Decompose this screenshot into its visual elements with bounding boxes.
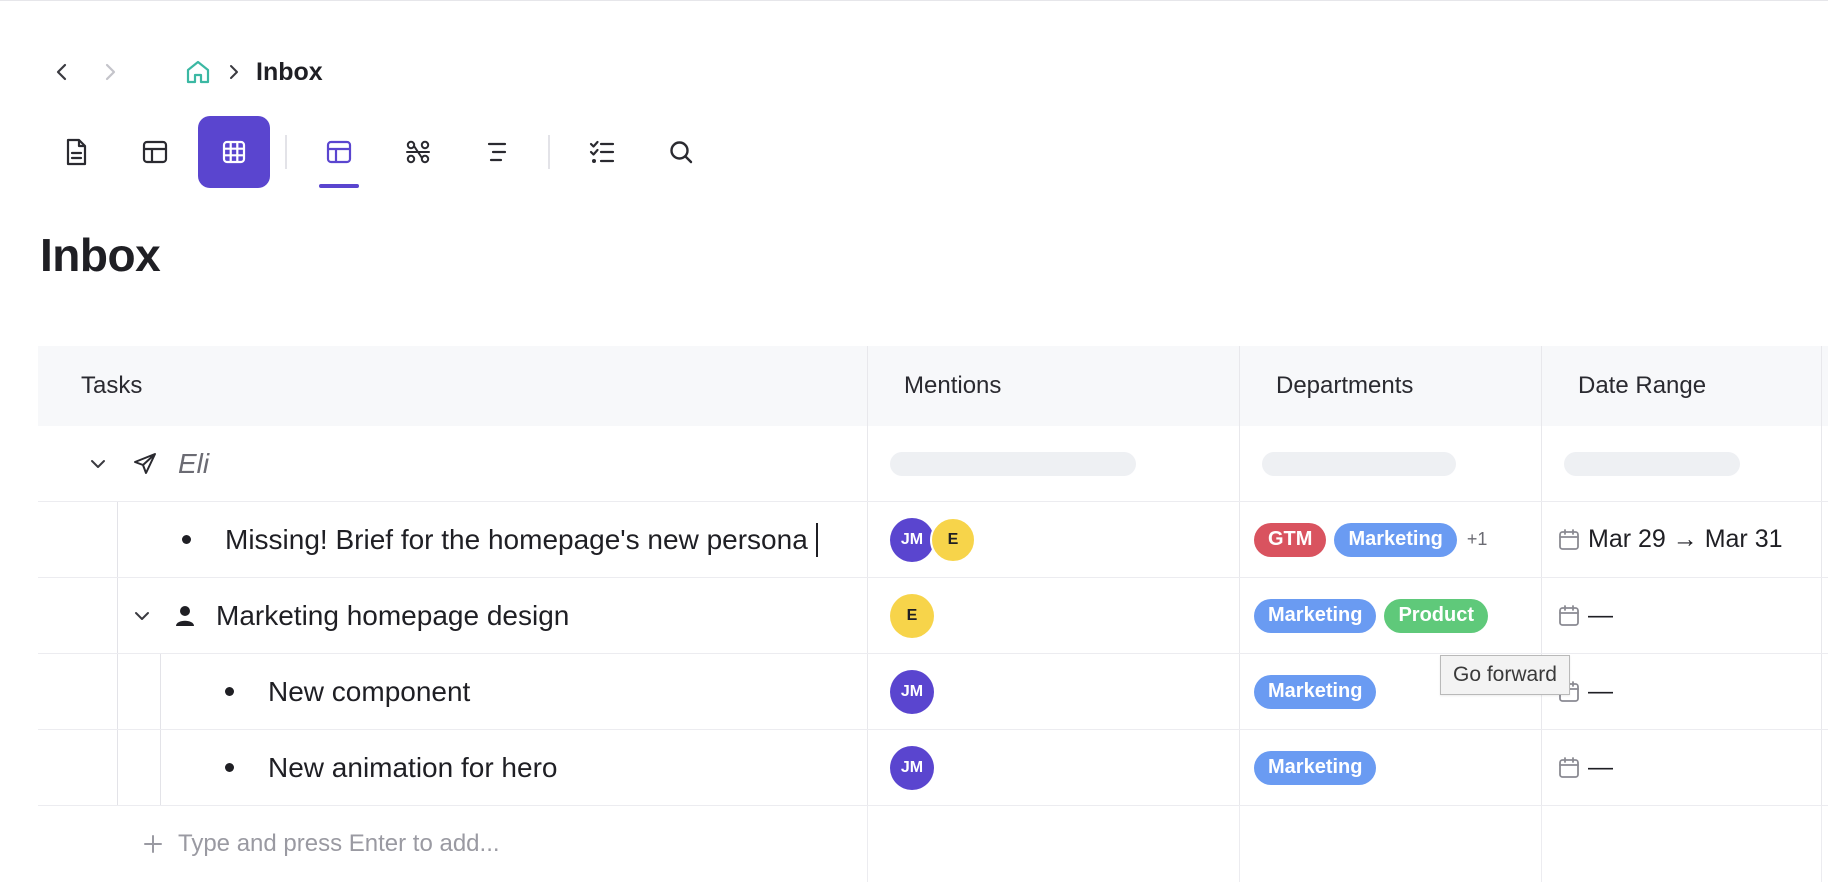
outline-view-button[interactable] bbox=[461, 116, 533, 188]
checklist-icon bbox=[589, 140, 615, 163]
column-header-date-range[interactable]: Date Range bbox=[1542, 346, 1822, 426]
loading-placeholder bbox=[1262, 451, 1456, 476]
search-button[interactable] bbox=[645, 116, 717, 188]
collapse-toggle[interactable] bbox=[132, 610, 152, 622]
top-divider bbox=[0, 0, 1828, 1]
date-range-text: — bbox=[1588, 753, 1613, 781]
checklist-view-button[interactable] bbox=[566, 116, 638, 188]
toolbar-divider bbox=[285, 135, 287, 169]
text-cursor bbox=[815, 522, 818, 557]
calendar-icon bbox=[1559, 604, 1579, 626]
outline-icon bbox=[487, 142, 507, 162]
home-icon bbox=[186, 60, 210, 84]
avatar[interactable]: E bbox=[890, 593, 934, 638]
search-icon bbox=[670, 141, 693, 164]
column-header-mentions[interactable]: Mentions bbox=[868, 346, 1240, 426]
indent-guide bbox=[160, 730, 161, 805]
column-header-tasks[interactable]: Tasks bbox=[38, 346, 868, 426]
back-button[interactable] bbox=[48, 58, 76, 86]
toolbar-divider bbox=[548, 135, 550, 169]
indent-guide bbox=[117, 730, 118, 805]
avatar[interactable]: E bbox=[930, 516, 976, 563]
grid-icon bbox=[222, 140, 246, 164]
bullet-icon bbox=[225, 687, 234, 696]
bullet-icon bbox=[225, 763, 234, 772]
loading-placeholder bbox=[890, 451, 1136, 476]
loading-placeholder bbox=[1564, 451, 1740, 476]
breadcrumb-current[interactable]: Inbox bbox=[256, 58, 323, 87]
chevron-right-icon bbox=[230, 65, 238, 79]
table-row[interactable]: New animation for hero JM Marketing — bbox=[38, 730, 1828, 806]
department-tag[interactable]: Product bbox=[1384, 598, 1489, 633]
task-title[interactable]: New component bbox=[268, 676, 470, 708]
department-tag[interactable]: Marketing bbox=[1334, 522, 1457, 557]
breadcrumb: Inbox bbox=[48, 56, 323, 88]
add-task-input[interactable]: Type and press Enter to add... bbox=[178, 830, 500, 858]
task-title[interactable]: New animation for hero bbox=[268, 752, 557, 784]
view-toolbar bbox=[40, 116, 724, 188]
forward-button[interactable] bbox=[96, 58, 124, 86]
department-tag[interactable]: Marketing bbox=[1254, 598, 1377, 633]
avatar[interactable]: JM bbox=[890, 669, 934, 714]
date-range[interactable]: — bbox=[1558, 601, 1613, 630]
graph-view-button[interactable] bbox=[382, 116, 454, 188]
task-title[interactable]: Missing! Brief for the homepage's new pe… bbox=[225, 524, 808, 556]
plus-icon bbox=[144, 835, 162, 853]
task-title[interactable]: Marketing homepage design bbox=[216, 600, 569, 632]
document-view-button[interactable] bbox=[40, 116, 112, 188]
department-tag[interactable]: Marketing bbox=[1254, 674, 1377, 709]
date-range[interactable]: Mar 29 → Mar 31 bbox=[1558, 525, 1783, 554]
chevron-down-icon bbox=[135, 611, 149, 620]
group-label: Eli bbox=[178, 447, 210, 479]
home-button[interactable] bbox=[184, 58, 212, 86]
calendar-icon bbox=[1559, 528, 1579, 550]
avatar[interactable]: JM bbox=[890, 517, 934, 562]
tasks-table: Tasks Mentions Departments Date Range El… bbox=[38, 346, 1828, 882]
indent-guide bbox=[117, 654, 118, 729]
date-range[interactable]: — bbox=[1558, 753, 1613, 782]
user-icon bbox=[176, 605, 194, 626]
document-icon bbox=[66, 138, 87, 166]
column-header-departments[interactable]: Departments bbox=[1240, 346, 1542, 426]
avatar[interactable]: JM bbox=[890, 745, 934, 790]
add-task-row[interactable]: Type and press Enter to add... bbox=[38, 806, 1828, 882]
bullet-icon bbox=[182, 535, 191, 544]
department-tag[interactable]: Marketing bbox=[1254, 750, 1377, 785]
chevron-left-icon bbox=[56, 63, 67, 81]
department-tag[interactable]: GTM bbox=[1254, 522, 1327, 557]
tooltip: Go forward bbox=[1440, 655, 1570, 695]
calendar-icon bbox=[1559, 756, 1579, 778]
layout-icon bbox=[326, 140, 352, 164]
send-icon bbox=[134, 452, 156, 474]
indent-guide bbox=[117, 502, 118, 577]
table-header: Tasks Mentions Departments Date Range bbox=[38, 346, 1828, 426]
date-range-text: — bbox=[1588, 677, 1613, 705]
group-row[interactable]: Eli bbox=[38, 426, 1828, 502]
graph-icon bbox=[406, 140, 430, 164]
indent-guide bbox=[117, 578, 118, 653]
indent-guide bbox=[160, 654, 161, 729]
breadcrumb-separator bbox=[224, 63, 244, 81]
page-title: Inbox bbox=[40, 229, 161, 281]
table-view-button[interactable] bbox=[119, 116, 191, 188]
more-tags-count[interactable]: +1 bbox=[1467, 529, 1488, 550]
chevron-down-icon bbox=[91, 459, 105, 468]
chevron-right-icon bbox=[105, 63, 116, 81]
table-icon bbox=[142, 140, 168, 164]
collapse-toggle[interactable] bbox=[88, 458, 108, 470]
table-row[interactable]: Marketing homepage design E Marketing Pr… bbox=[38, 578, 1828, 654]
grid-view-button[interactable] bbox=[198, 116, 270, 188]
date-range-text: Mar 29 → Mar 31 bbox=[1588, 525, 1783, 553]
board-view-button[interactable] bbox=[303, 116, 375, 188]
table-row[interactable]: Missing! Brief for the homepage's new pe… bbox=[38, 502, 1828, 578]
date-range-text: — bbox=[1588, 601, 1613, 629]
